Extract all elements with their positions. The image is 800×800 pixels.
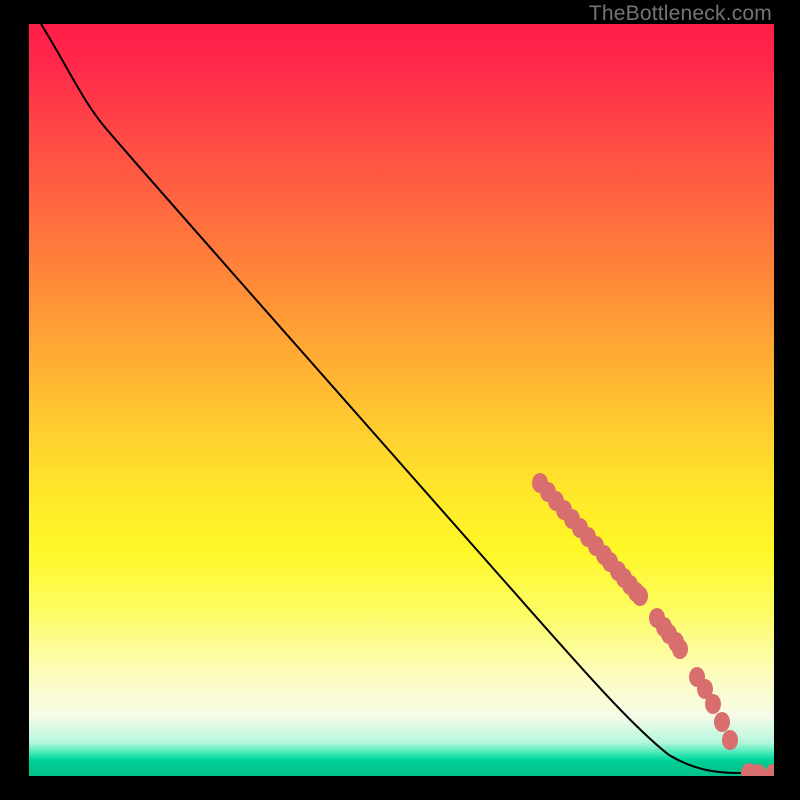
curve-line: [41, 24, 766, 773]
data-marker: [632, 586, 648, 606]
data-marker: [705, 694, 721, 714]
data-marker: [672, 639, 688, 659]
data-marker: [765, 764, 774, 776]
chart-svg: [29, 24, 774, 776]
data-marker: [714, 712, 730, 732]
marker-group: [532, 473, 774, 776]
watermark-text: TheBottleneck.com: [589, 2, 772, 26]
chart-stage: TheBottleneck.com: [0, 0, 800, 800]
plot-area: [29, 24, 774, 776]
data-marker: [722, 730, 738, 750]
